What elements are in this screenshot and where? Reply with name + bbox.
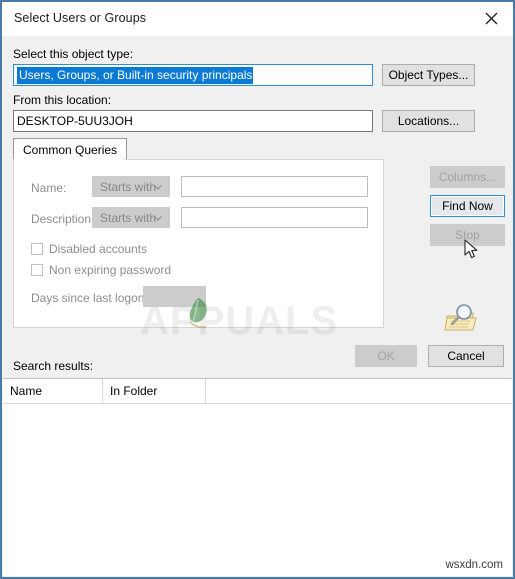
object-types-button[interactable]: Object Types...: [382, 64, 475, 86]
checkbox-disabled-accounts[interactable]: Disabled accounts: [31, 242, 147, 256]
days-since-last-logon-input[interactable]: [143, 286, 206, 307]
window-title: Select Users or Groups: [14, 11, 147, 25]
checkbox-non-expiring-password-label: Non expiring password: [49, 263, 172, 277]
cancel-button[interactable]: Cancel: [428, 345, 504, 367]
location-input[interactable]: DESKTOP-5UU3JOH: [13, 110, 373, 132]
select-users-or-groups-dialog: Select Users or Groups Select this objec…: [0, 0, 515, 579]
find-now-button[interactable]: Find Now: [430, 195, 505, 217]
dialog-body: Select this object type: Users, Groups, …: [2, 36, 513, 577]
name-operator-value: Starts with: [100, 179, 157, 194]
object-type-input[interactable]: Users, Groups, or Built-in security prin…: [13, 64, 373, 86]
description-operator-select[interactable]: Starts with: [92, 207, 170, 228]
list-header: Name In Folder: [3, 379, 512, 404]
description-label: Description:: [31, 212, 95, 226]
column-header-name[interactable]: Name: [3, 379, 103, 403]
list-body[interactable]: [3, 404, 512, 576]
locations-button[interactable]: Locations...: [382, 110, 475, 132]
tab-join-line: [14, 159, 124, 160]
magnifier-folder-icon: [442, 302, 482, 336]
close-icon[interactable]: [469, 2, 513, 34]
common-queries-panel: Name: Starts with Description: Starts wi…: [13, 159, 384, 328]
search-results-list[interactable]: Name In Folder: [3, 378, 512, 576]
tab-common-queries[interactable]: Common Queries: [13, 138, 128, 160]
location-value: DESKTOP-5UU3JOH: [17, 114, 133, 128]
chevron-down-icon: [154, 215, 162, 221]
column-header-in-folder[interactable]: In Folder: [103, 379, 206, 403]
checkbox-disabled-accounts-label: Disabled accounts: [49, 242, 148, 256]
checkbox-box-icon: [31, 264, 43, 276]
name-label: Name:: [31, 181, 67, 195]
checkbox-box-icon: [31, 243, 43, 255]
stop-button[interactable]: Stop: [430, 224, 505, 246]
name-operator-select[interactable]: Starts with: [92, 176, 170, 197]
search-results-label: Search results:: [13, 359, 94, 373]
chevron-down-icon: [154, 184, 162, 190]
screenshot-root: Select Users or Groups Select this objec…: [0, 0, 515, 579]
description-operator-value: Starts with: [100, 210, 157, 225]
object-type-label: Select this object type:: [13, 47, 134, 61]
name-value-input[interactable]: [181, 176, 368, 197]
ok-button[interactable]: OK: [355, 345, 417, 367]
object-type-value: Users, Groups, or Built-in security prin…: [17, 66, 254, 84]
title-bar: Select Users or Groups: [2, 2, 513, 36]
days-since-last-logon-label: Days since last logon:: [31, 291, 148, 305]
checkbox-non-expiring-password[interactable]: Non expiring password: [31, 263, 171, 277]
description-value-input[interactable]: [181, 207, 368, 228]
location-label: From this location:: [13, 93, 112, 107]
tab-strip: Common Queries: [13, 138, 384, 160]
columns-button[interactable]: Columns...: [430, 166, 505, 188]
